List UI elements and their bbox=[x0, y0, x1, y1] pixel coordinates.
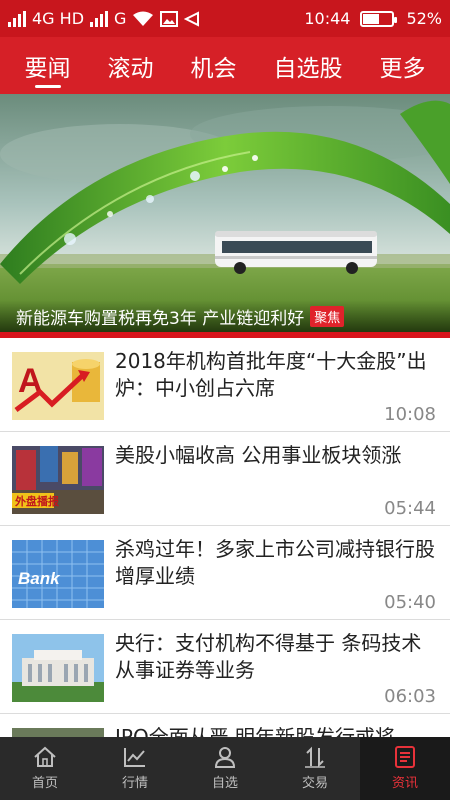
news-item[interactable]: 外盘播报 美股小幅收高 公用事业板块领涨 05:44 bbox=[0, 432, 450, 526]
nav-label: 首页 bbox=[31, 776, 58, 791]
tab-rolling[interactable]: 滚动 bbox=[108, 37, 154, 94]
news-item[interactable]: 央行：支付机构不得基于 条码技术从事证券等业务 06:03 bbox=[0, 620, 450, 714]
tab-label: 滚动 bbox=[107, 55, 154, 82]
news-time: 05:40 bbox=[384, 592, 436, 613]
tab-opportunity[interactable]: 机会 bbox=[191, 37, 237, 94]
nav-trade[interactable]: 交易 bbox=[270, 737, 360, 800]
nav-label: 资讯 bbox=[391, 776, 418, 791]
news-doc-icon bbox=[395, 746, 415, 768]
news-list: A 2018年机构首批年度“十大金股”出炉：中小创占六席 10:08 外盘播报 … bbox=[0, 338, 450, 737]
partial-thumbnail bbox=[12, 728, 104, 737]
featured-banner[interactable]: 新能源车购置税再免3年 产业链迎利好 聚焦 bbox=[0, 94, 450, 338]
news-item[interactable]: IPO全面从严 明年新股发行或将 bbox=[0, 714, 450, 737]
news-item[interactable]: Bank 杀鸡过年！多家上市公司减持银行股增厚业绩 05:40 bbox=[0, 526, 450, 620]
signal-strength-icon bbox=[8, 10, 26, 27]
nav-quotes[interactable]: 行情 bbox=[90, 737, 180, 800]
signal-strength-2-icon bbox=[90, 10, 109, 27]
tab-watchlist[interactable]: 自选股 bbox=[274, 37, 343, 94]
news-item[interactable]: A 2018年机构首批年度“十大金股”出炉：中小创占六席 10:08 bbox=[0, 338, 450, 432]
focus-badge: 聚焦 bbox=[310, 305, 345, 327]
nav-home[interactable]: 首页 bbox=[0, 737, 90, 800]
times-square-thumbnail: 外盘播报 bbox=[12, 446, 104, 514]
central-bank-building-thumbnail bbox=[12, 634, 104, 702]
nav-news[interactable]: 资讯 bbox=[360, 737, 450, 800]
arrow-chart-thumbnail: A bbox=[12, 352, 104, 420]
thumb-label: 外盘播报 bbox=[14, 494, 60, 508]
news-time: 10:08 bbox=[384, 404, 436, 425]
category-tab-bar: 要闻 滚动 机会 自选股 更多 bbox=[0, 37, 450, 94]
wifi-icon bbox=[133, 11, 154, 26]
status-left: 4G HD G bbox=[8, 9, 200, 28]
nav-label: 交易 bbox=[301, 776, 328, 791]
nav-label: 行情 bbox=[121, 776, 148, 791]
news-title: 杀鸡过年！多家上市公司减持银行股增厚业绩 bbox=[115, 537, 435, 588]
nav-watchlist[interactable]: 自选 bbox=[180, 737, 270, 800]
bank-thumbnail: Bank bbox=[12, 540, 104, 608]
tab-label: 机会 bbox=[190, 55, 237, 82]
status-right: 10:44 52% bbox=[304, 9, 442, 28]
bottom-navigation: 首页 行情 自选 交易 资讯 bbox=[0, 737, 450, 800]
tab-label: 自选股 bbox=[273, 55, 343, 82]
banner-headline: 新能源车购置税再免3年 产业链迎利好 bbox=[16, 308, 305, 329]
app-screen: { "status_bar": { "network_1": "4G HD", … bbox=[0, 0, 450, 800]
tab-label: 要闻 bbox=[24, 55, 71, 82]
battery-fill bbox=[363, 13, 380, 24]
battery-percent: 52% bbox=[406, 9, 442, 28]
status-bar: 4G HD G 10:44 52% bbox=[0, 0, 450, 37]
clock: 10:44 bbox=[304, 9, 351, 28]
news-time: 06:03 bbox=[384, 686, 436, 707]
nav-label: 自选 bbox=[211, 776, 238, 791]
tab-label: 更多 bbox=[379, 55, 426, 82]
news-title: 2018年机构首批年度“十大金股”出炉：中小创占六席 bbox=[115, 349, 427, 400]
news-title: IPO全面从严 明年新股发行或将 bbox=[115, 725, 396, 737]
person-icon bbox=[214, 747, 236, 768]
banner-caption: 新能源车购置税再免3年 产业链迎利好 聚焦 bbox=[0, 300, 450, 332]
news-time: 05:44 bbox=[384, 498, 436, 519]
thumb-label: Bank bbox=[18, 569, 61, 588]
image-notification-icon bbox=[160, 10, 179, 27]
chart-icon bbox=[124, 748, 145, 767]
home-icon bbox=[34, 746, 56, 767]
back-triangle-icon bbox=[184, 10, 200, 27]
network-type-2-label: G bbox=[114, 9, 127, 28]
news-title: 美股小幅收高 公用事业板块领涨 bbox=[115, 443, 402, 467]
news-title: 央行：支付机构不得基于 条码技术从事证券等业务 bbox=[115, 631, 422, 682]
battery-icon bbox=[360, 10, 398, 27]
trade-arrows-icon bbox=[305, 746, 325, 768]
network-type-label: 4G HD bbox=[32, 9, 85, 28]
tab-headlines[interactable]: 要闻 bbox=[25, 37, 71, 94]
tab-more[interactable]: 更多 bbox=[380, 37, 426, 94]
